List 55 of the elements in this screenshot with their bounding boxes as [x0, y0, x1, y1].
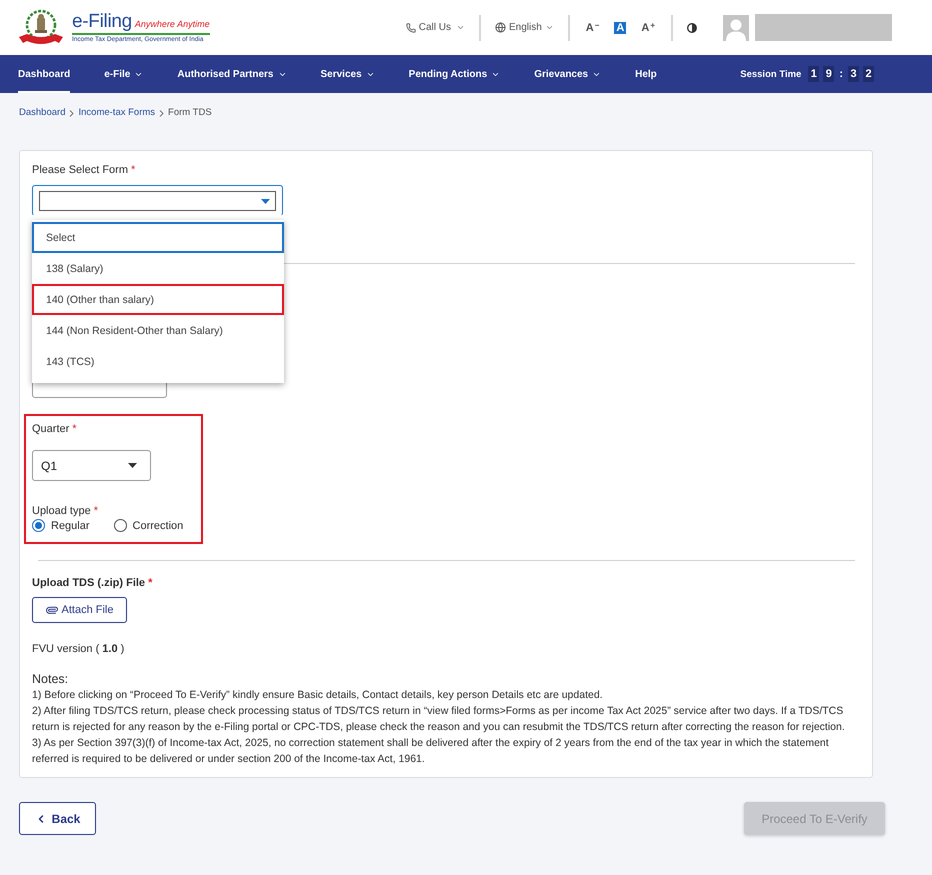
nav-menu-item[interactable]: Services — [320, 55, 375, 93]
globe-icon — [494, 22, 506, 33]
breadcrumb-link[interactable]: Income-tax Forms — [78, 107, 156, 119]
current-page-label: Form TDS — [168, 107, 212, 119]
dropdown-option[interactable]: Select — [32, 222, 284, 253]
font-size-button[interactable]: A — [614, 22, 626, 34]
dropdown-option[interactable]: 144 (Non Resident-Other than Salary) — [32, 315, 284, 346]
chevron-right-icon — [69, 110, 74, 117]
font-size-button[interactable]: A$^{+}$ — [639, 22, 657, 34]
dropdown-option[interactable]: 140 (Other than salary) — [32, 284, 284, 315]
nav-menu-item[interactable]: Help — [635, 55, 657, 93]
caret-icon — [261, 198, 270, 204]
field-label: Upload type * — [32, 504, 99, 518]
note-text: 3) As per Section 397(3)(f) of Income-tax Act, 2025, no correction statement shall be delivered after the expiry of 2 years from the end of the tax year in which the statement referred is required to be delivered or under section 200 of the Income-tax Act, 1961. — [32, 736, 830, 767]
language-button[interactable]: English — [494, 22, 554, 33]
nav-menu-item[interactable]: Grievances — [534, 55, 602, 93]
contrast-icon[interactable] — [687, 22, 697, 32]
nav-menu-item[interactable]: Dashboard — [18, 55, 70, 93]
radio-option[interactable]: Correction — [114, 519, 184, 532]
caret-icon — [128, 463, 137, 468]
timer-digit: 2 — [863, 66, 874, 82]
timer-digit: 3 — [848, 66, 859, 82]
back-button[interactable]: Back — [19, 802, 96, 835]
timer-separator: : — [839, 68, 843, 80]
phone-icon — [406, 22, 416, 32]
emblem-logo — [18, 8, 64, 46]
timer-digit: 9 — [823, 66, 834, 82]
nav-menu-item[interactable]: Authorised Partners — [177, 55, 286, 93]
attach-file-button[interactable]: Attach File — [32, 597, 127, 623]
field-label: Please Select Form * — [32, 163, 136, 177]
chevron-down-icon — [544, 23, 554, 32]
nav-menu-item[interactable]: e-File — [104, 55, 144, 93]
nav-menu-item[interactable]: Pending Actions — [408, 55, 500, 93]
note-text: 2) After filing TDS/TCS return, please check processing status of TDS/TCS return in “view filed forms>Forms as per income Tax Act 2025” service after two days. If a TDS/TCS return is rejected for any reason by the e-Filing portal or CPC-TDS, please check the reason and you can resubmit the TDS/TCS return after correcting the reason for rejection. — [32, 704, 846, 735]
breadcrumb-link[interactable]: Dashboard — [19, 107, 66, 119]
call-us-button[interactable]: Call Us — [406, 22, 465, 33]
notes-title: Notes: — [32, 671, 70, 687]
logo-title: e-Filing — [72, 12, 132, 32]
dropdown-option[interactable]: 138 (Salary) — [32, 253, 284, 284]
session-time-label: Session Time — [740, 68, 802, 80]
field-label: Quarter * — [32, 422, 78, 436]
logo-tagline: Anywhere Anytime — [134, 19, 210, 29]
fvu-version-text: FVU version ( 1.0 ) — [32, 642, 126, 656]
quarter-select[interactable]: Q1 — [32, 450, 151, 481]
form-select[interactable] — [32, 185, 283, 216]
chevron-down-icon — [456, 23, 465, 32]
radio-option[interactable]: Regular — [32, 519, 90, 532]
font-size-button[interactable]: A$^{−}$ — [584, 22, 602, 34]
timer-digit: 1 — [808, 66, 820, 82]
dropdown-option[interactable]: 143 (TCS) — [32, 346, 284, 377]
field-label: Upload TDS (.zip) File * — [32, 576, 154, 590]
note-text: 1) Before clicking on “Proceed To E-Verify” kindly ensure Basic details, Contact details, key person Details etc are updated. — [32, 688, 604, 703]
chevron-right-icon — [159, 110, 164, 117]
radio-icon[interactable] — [114, 519, 127, 532]
radio-icon[interactable] — [32, 519, 45, 532]
